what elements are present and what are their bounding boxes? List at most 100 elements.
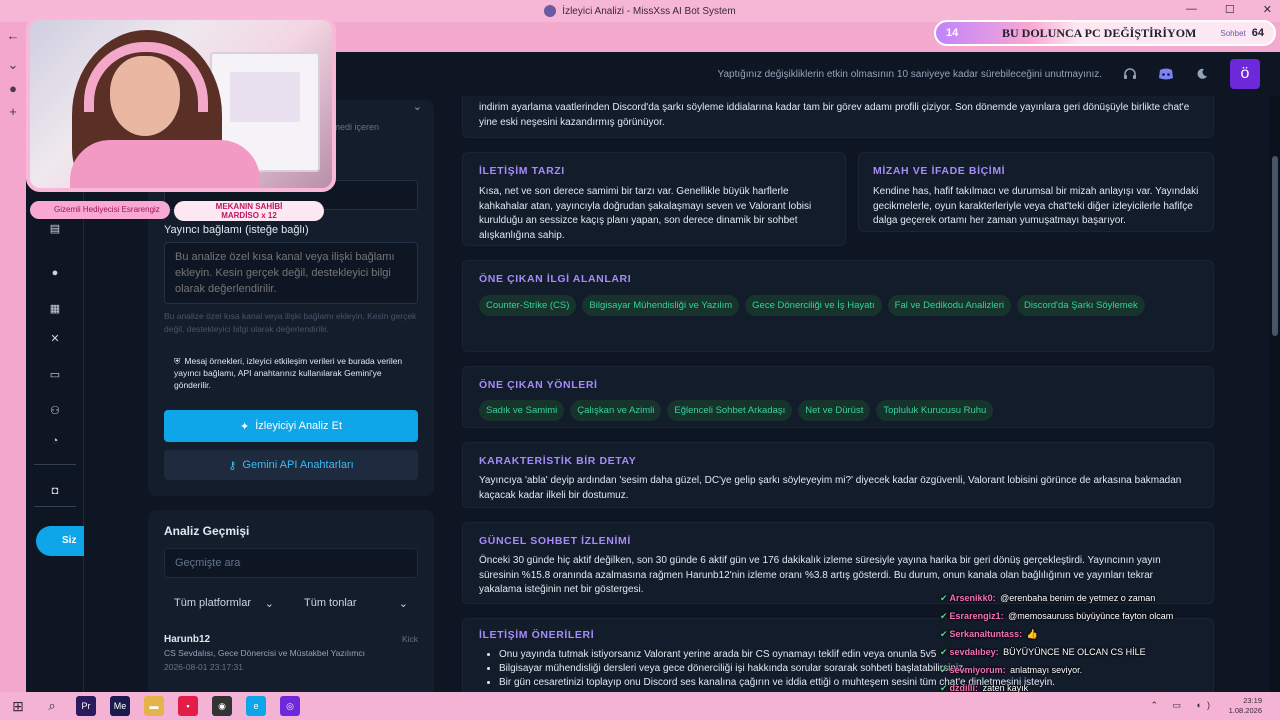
chat-text: anlatmayı seviyor. — [1010, 665, 1083, 675]
humor-card: MİZAH VE İFADE BİÇİMİ Kendine has, hafif… — [858, 152, 1214, 232]
history-entry-name: Harunb12 — [164, 634, 211, 645]
goal-current: 14 — [946, 27, 959, 39]
moon-icon[interactable] — [1194, 66, 1210, 82]
window-controls: — ☐ ✕ — [1186, 3, 1272, 16]
traits-tags: Sadık ve Samimi Çalışkan ve Azimli Eğlence… — [479, 400, 1197, 429]
trait-tag: Topluluk Kurucusu Ruhu — [876, 400, 994, 421]
window-title: İzleyici Analizi - MissXss AI Bot System — [562, 5, 736, 17]
discord-app-icon[interactable]: ◎ — [280, 696, 300, 716]
webcam-overlay — [26, 16, 336, 192]
chat-message: ✔ sevmiyorum: anlatmayı seviyor. — [940, 661, 1270, 679]
goal-text: BU DOLUNCA PC DEĞİŞTİRİYOM — [1002, 25, 1197, 40]
rail-divider — [34, 464, 76, 465]
chat-message: ✔ Esrarengiz1: @memosauruss büyüyünce fay… — [940, 607, 1270, 625]
history-title: Analiz Geçmişi — [164, 524, 250, 538]
chat-badge-icon: ✔ — [940, 665, 948, 675]
owner-badge-name: MARDİSO x 12 — [221, 211, 277, 220]
headset-icon[interactable] — [1122, 66, 1138, 82]
browser-sidebar: ← ⌄ ● + — [0, 22, 26, 692]
obs-icon[interactable]: ◉ — [212, 696, 232, 716]
chat-badge-icon: ✔ — [940, 593, 948, 603]
chat-text: 👍 — [1026, 629, 1038, 639]
chevron-down-icon: ⌄ — [264, 597, 274, 610]
chevron-down-icon[interactable]: ⌄ — [0, 57, 26, 73]
scrollbar-thumb[interactable] — [1272, 156, 1278, 336]
interest-tag: Fal ve Dedikodu Analizleri — [887, 295, 1011, 316]
traits-title: ÖNE ÇIKAN YÖNLERİ — [479, 379, 598, 391]
chat-text: BÜYÜYÜNCE NE OLCAN CS HİLE — [1003, 647, 1146, 657]
gamepad-icon[interactable]: ◘ — [48, 484, 62, 498]
chat-badge-icon: ✔ — [940, 611, 948, 621]
chat-message: ✔ Serkanaltuntass: 👍 — [940, 625, 1270, 643]
media-encoder-icon[interactable]: Me — [110, 696, 130, 716]
chat-overlay: ✔ Arsenikk0: @erenbaha benim de yetmez o … — [940, 589, 1270, 697]
bot-profile-pill[interactable]: Siz — [36, 526, 84, 556]
history-entry-desc: CS Sevdalısı, Gece Dönercisi ve Müstakbe… — [164, 648, 365, 658]
goal-label: Sohbet — [1220, 28, 1246, 38]
privacy-note: ⛨ Mesaj örnekleri, izleyici etkileşim ver… — [174, 355, 414, 391]
humor-title: MİZAH VE İFADE BİÇİMİ — [873, 165, 1006, 177]
context-help: Bu analize özel kısa kanal veya ilişki b… — [164, 311, 417, 334]
trait-tag: Çalışkan ve Azimli — [570, 400, 662, 421]
edge-icon[interactable]: e — [246, 696, 266, 716]
comm-style-title: İLETİŞİM TARZI — [479, 165, 565, 177]
bot-profile-label: Siz — [62, 535, 77, 546]
clock-date: 1.08.2026 — [1228, 706, 1262, 715]
chat-text: @memosauruss büyüyünce fayton olcam — [1008, 611, 1174, 621]
trait-tag: Eğlenceli Sohbet Arkadaşı — [667, 400, 793, 421]
analyze-viewer-button[interactable]: ✦ İzleyiciyi Analiz Et — [164, 410, 418, 442]
app-icon[interactable]: ▪ — [178, 696, 198, 716]
shield-icon: ⛨ — [174, 356, 181, 366]
tools-icon[interactable]: ✕ — [48, 332, 62, 346]
history-search-input[interactable]: Geçmişte ara — [164, 548, 418, 578]
app-icon — [544, 5, 557, 17]
interest-tag: Counter-Strike (CS) — [479, 295, 577, 316]
goal-target: 64 — [1251, 27, 1264, 39]
chat-badge-icon: ✔ — [940, 629, 948, 639]
minimize-icon[interactable]: — — [1186, 3, 1197, 16]
tone-filter-select[interactable]: Tüm tonlar ⌄ — [294, 590, 418, 616]
analysis-history: Analiz Geçmişi Geçmişte ara Tüm platform… — [148, 510, 434, 692]
trait-tag: Sadık ve Samimi — [479, 400, 565, 421]
chat-badge-icon: ✔ — [940, 647, 948, 657]
gifter-badge: Gizemli Hediyecisi Esrarengiz — [30, 201, 170, 219]
comm-style-text: Kısa, net ve son derece samimi bir tarzı… — [479, 186, 812, 241]
history-entry-date: 2026-08-01 23:17:31 — [164, 662, 243, 672]
interests-card: ÖNE ÇIKAN İLGİ ALANLARI Counter-Strike (… — [462, 260, 1214, 352]
chat-user: sevdalıbey: — [949, 647, 999, 657]
subscriber-goal-bar: 14 BU DOLUNCA PC DEĞİŞTİRİYOM Sohbet 64 — [934, 20, 1276, 46]
comm-style-card: İLETİŞİM TARZI Kısa, net ve son derece s… — [462, 152, 846, 246]
user-avatar-button[interactable]: ö — [1230, 59, 1260, 89]
supporter-badges: Gizemli Hediyecisi Esrarengiz MEKANIN SA… — [30, 201, 340, 221]
maximize-icon[interactable]: ☐ — [1225, 3, 1235, 16]
close-icon[interactable]: ✕ — [1263, 3, 1272, 16]
interest-tag: Discord'da Şarkı Söylemek — [1016, 295, 1145, 316]
page-scrollbar[interactable] — [1270, 96, 1280, 692]
detail-title: KARAKTERİSTİK BİR DETAY — [479, 455, 637, 467]
chat-bubble-icon[interactable]: ● — [48, 266, 62, 280]
support-icon[interactable]: ◔ — [48, 434, 62, 448]
windows-start-icon[interactable]: ⊞ — [8, 696, 28, 716]
search-icon[interactable]: ⌕ — [42, 696, 62, 716]
history-entry[interactable]: Harunb12 Kick CS Sevdalısı, Gece Dönerci… — [164, 634, 418, 672]
api-keys-button[interactable]: ⚷ Gemini API Anahtarları — [164, 450, 418, 480]
system-tray[interactable]: ⌃ ▭ ◖) — [1151, 700, 1216, 711]
calendar-icon[interactable]: ▤ — [48, 222, 62, 236]
taskbar: ⊞ ⌕ Pr Me ▬ ▪ ◉ e ◎ ⌃ ▭ ◖) 23:19 1.08.20… — [0, 692, 1280, 720]
trait-tag: Net ve Dürüst — [798, 400, 871, 421]
chevron-down-icon[interactable]: ⌄ — [413, 100, 422, 113]
tab-favicon-icon[interactable]: ● — [0, 81, 26, 96]
platform-filter-select[interactable]: Tüm platformlar ⌄ — [164, 590, 284, 616]
calendar-icon[interactable]: ▦ — [48, 302, 62, 316]
folder-icon[interactable]: ▬ — [144, 696, 164, 716]
interest-tag: Bilgisayar Mühendisliği ve Yazılım — [582, 295, 740, 316]
users-icon[interactable]: ⚇ — [48, 404, 62, 418]
back-arrow-icon[interactable]: ← — [0, 28, 26, 43]
discord-icon[interactable] — [1158, 66, 1174, 82]
context-textarea[interactable] — [164, 242, 418, 304]
id-card-icon[interactable]: ▭ — [48, 368, 62, 382]
clock[interactable]: 23:19 1.08.2026 — [1229, 696, 1262, 716]
privacy-text: Mesaj örnekleri, izleyici etkileşim veri… — [174, 356, 403, 390]
premiere-icon[interactable]: Pr — [76, 696, 96, 716]
new-tab-icon[interactable]: + — [0, 104, 26, 119]
